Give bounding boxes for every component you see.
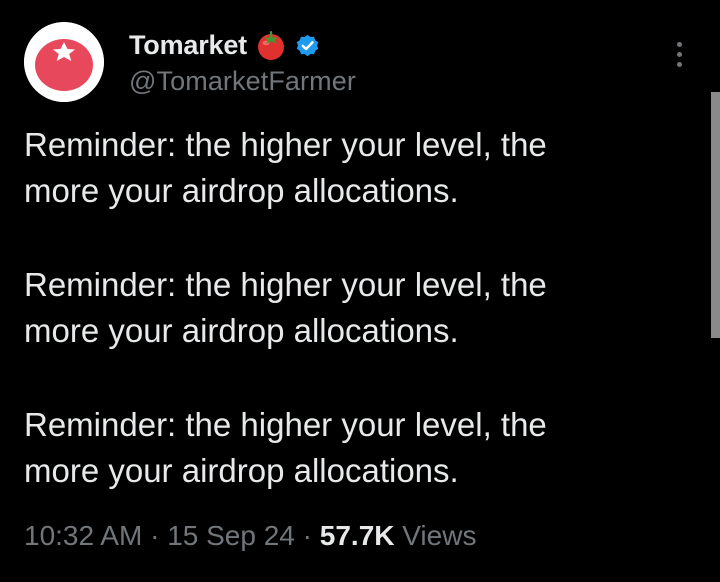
tweet-paragraph: Reminder: the higher your level, the mor… xyxy=(24,266,547,349)
tweet-date[interactable]: 15 Sep 24 xyxy=(167,520,295,551)
avatar[interactable] xyxy=(24,22,104,102)
name-row: Tomarket xyxy=(129,28,356,62)
display-name[interactable]: Tomarket xyxy=(129,30,247,61)
tomato-icon xyxy=(254,28,288,62)
meta-separator: · xyxy=(150,520,160,551)
tweet-time[interactable]: 10:32 AM xyxy=(24,520,142,551)
more-vertical-icon xyxy=(676,41,682,47)
handle[interactable]: @TomarketFarmer xyxy=(129,66,356,97)
meta-separator: · xyxy=(302,520,312,551)
tweet-meta: 10:32 AM · 15 Sep 24 · 57.7K Views xyxy=(24,520,476,552)
scrollbar[interactable] xyxy=(711,92,720,338)
verified-badge-icon xyxy=(294,32,321,59)
tweet-paragraph: Reminder: the higher your level, the mor… xyxy=(24,126,547,209)
tweet: Tomarket @TomarketFarmer Reminder: the h… xyxy=(0,0,720,582)
tweet-text: Reminder: the higher your level, the mor… xyxy=(24,122,664,494)
author-info: Tomarket @TomarketFarmer xyxy=(129,28,356,97)
more-menu-button[interactable] xyxy=(664,34,694,74)
tweet-paragraph: Reminder: the higher your level, the mor… xyxy=(24,406,547,489)
views-label: Views xyxy=(402,520,477,551)
views-count[interactable]: 57.7K xyxy=(320,520,395,551)
tomato-logo-icon xyxy=(24,22,104,102)
